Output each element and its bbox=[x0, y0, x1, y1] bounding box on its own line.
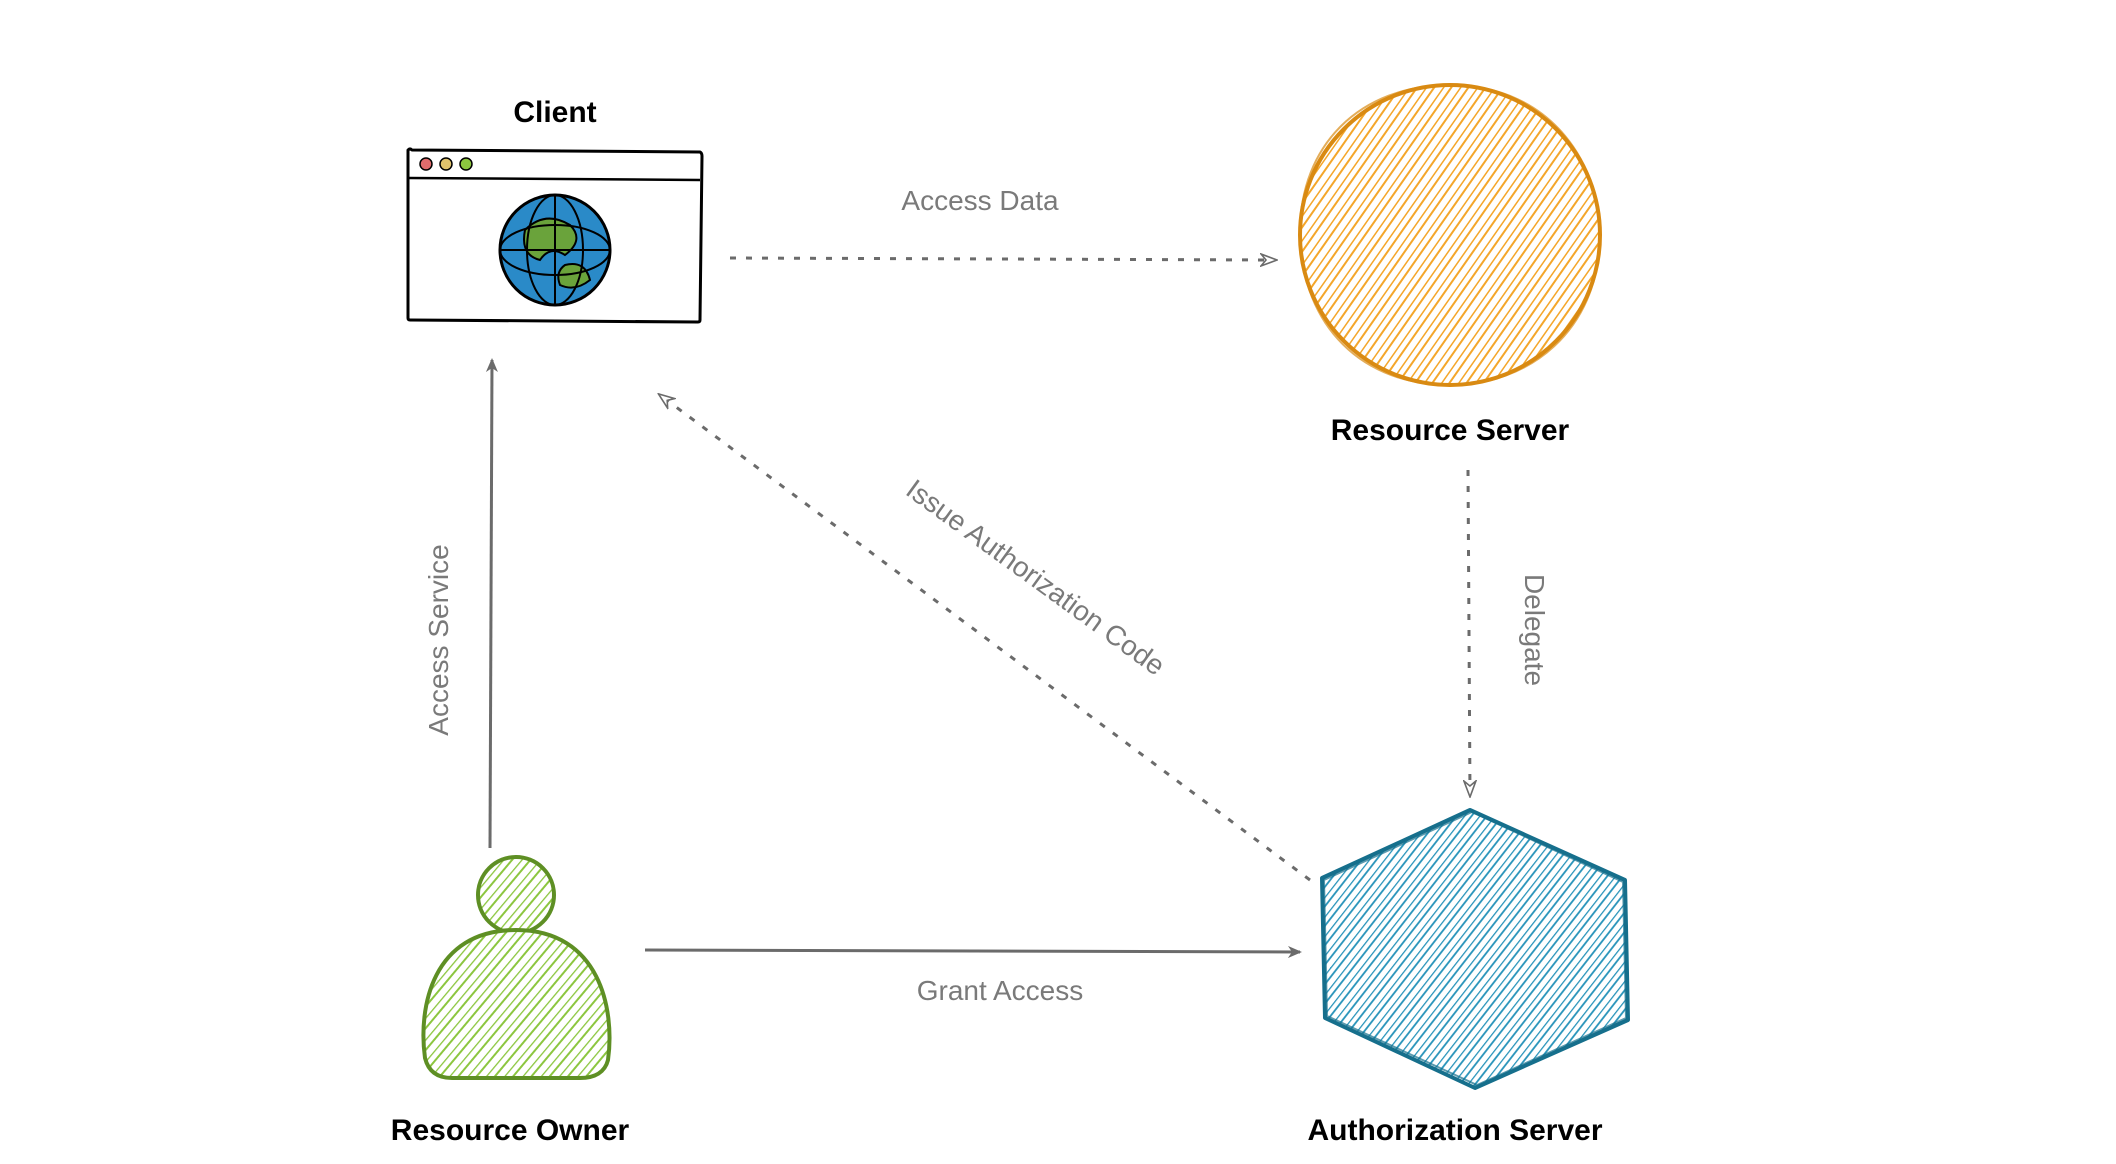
edge-grant-access: Grant Access bbox=[645, 950, 1300, 1006]
resource-server-label: Resource Server bbox=[1331, 414, 1570, 447]
edge-issue-authorization-code: Issue Authorization Code bbox=[660, 395, 1310, 880]
globe-icon bbox=[500, 195, 610, 305]
edge-issue-authorization-code-label: Issue Authorization Code bbox=[901, 473, 1171, 681]
client-node: Client bbox=[408, 96, 702, 322]
resource-owner-node: Resource Owner bbox=[391, 857, 630, 1147]
edge-access-data: Access Data bbox=[730, 185, 1275, 260]
resource-owner-label: Resource Owner bbox=[391, 1114, 630, 1147]
edge-access-service: Access Service bbox=[423, 360, 492, 848]
edge-access-data-label: Access Data bbox=[901, 185, 1059, 216]
window-dot-red-icon bbox=[420, 158, 432, 170]
edge-grant-access-label: Grant Access bbox=[917, 975, 1084, 1006]
client-label: Client bbox=[513, 96, 596, 129]
window-dot-yellow-icon bbox=[440, 158, 452, 170]
resource-server-node: Resource Server bbox=[1300, 85, 1600, 447]
authorization-server-node: Authorization Server bbox=[1307, 810, 1628, 1147]
edge-access-service-label: Access Service bbox=[423, 544, 454, 735]
authorization-server-label: Authorization Server bbox=[1307, 1114, 1602, 1147]
window-dot-green-icon bbox=[460, 158, 472, 170]
edge-delegate-label: Delegate bbox=[1519, 574, 1550, 686]
edge-delegate: Delegate bbox=[1468, 470, 1550, 795]
